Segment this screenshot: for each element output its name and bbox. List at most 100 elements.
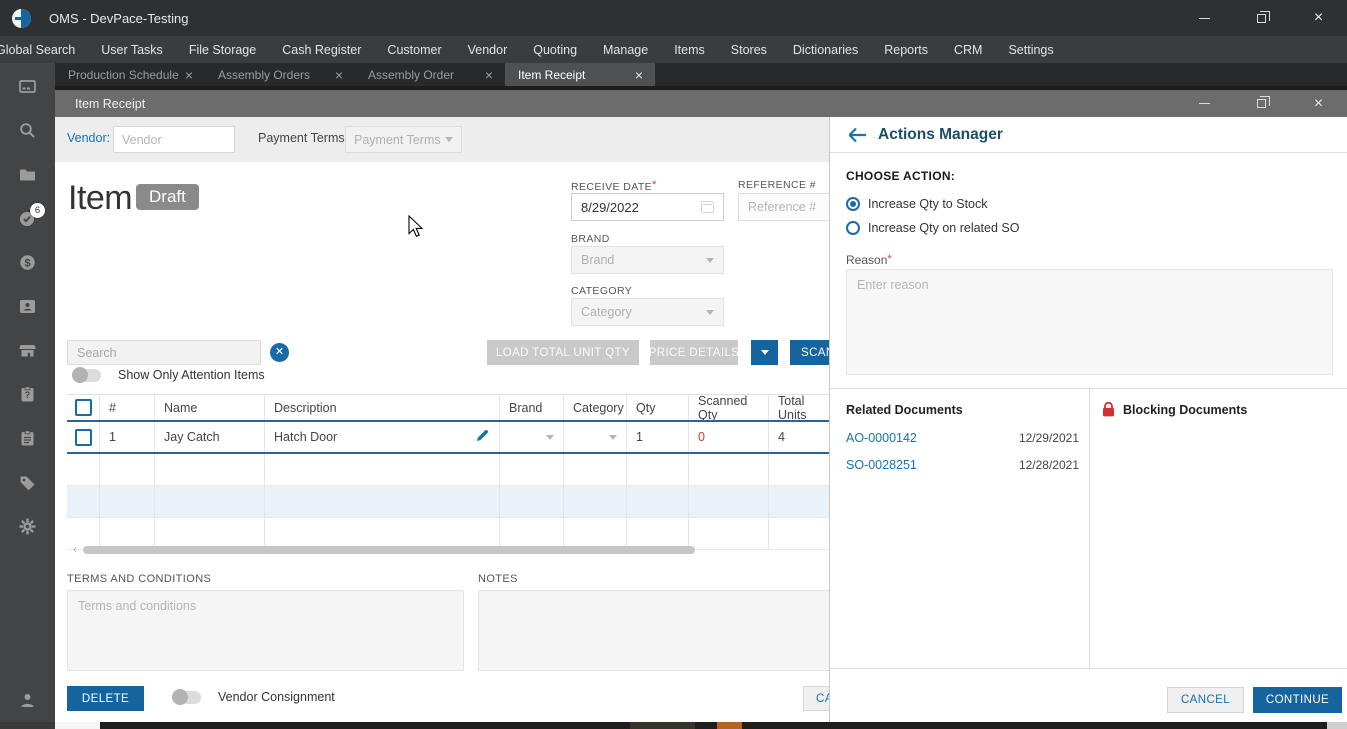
terms-textarea[interactable] bbox=[67, 590, 464, 671]
menu-reports[interactable]: Reports bbox=[871, 43, 941, 57]
clear-search-button[interactable]: ✕ bbox=[270, 343, 289, 362]
delete-button[interactable]: DELETE bbox=[67, 686, 144, 711]
notes-textarea[interactable] bbox=[478, 590, 829, 671]
folder-icon[interactable] bbox=[18, 165, 37, 184]
actions-cancel-button[interactable]: CANCEL bbox=[1167, 687, 1244, 713]
menu-stores[interactable]: Stores bbox=[718, 43, 780, 57]
load-total-unit-qty-button[interactable]: LOAD TOTAL UNIT QTY bbox=[487, 340, 639, 365]
inner-minimize-button[interactable] bbox=[1176, 90, 1233, 117]
tab-close-icon[interactable]: × bbox=[631, 68, 647, 82]
price-details-dropdown-button[interactable] bbox=[751, 340, 778, 365]
vendor-label: Vendor: bbox=[67, 131, 110, 145]
payment-terms-label: Payment Terms: bbox=[258, 131, 348, 145]
brand-select[interactable]: Brand bbox=[571, 246, 724, 274]
tab-item-receipt[interactable]: Item Receipt × bbox=[505, 63, 655, 86]
gear-icon[interactable] bbox=[18, 517, 37, 536]
app-logo-icon bbox=[12, 9, 31, 28]
tab-assembly-order[interactable]: Assembly Order × bbox=[355, 63, 505, 86]
menu-items[interactable]: Items bbox=[661, 43, 718, 57]
inner-close-button[interactable]: × bbox=[1290, 90, 1347, 117]
document-link[interactable]: AO-0000142 bbox=[846, 431, 917, 445]
dollar-icon[interactable]: $ bbox=[18, 253, 37, 272]
column-header-scanned-qty[interactable]: Scanned Qty bbox=[689, 395, 769, 420]
column-header-name[interactable]: Name bbox=[155, 395, 265, 420]
actions-continue-button[interactable]: CONTINUE bbox=[1253, 687, 1342, 713]
panel-title: Actions Manager bbox=[878, 126, 1003, 144]
column-header-qty[interactable]: Qty bbox=[627, 395, 689, 420]
menu-quoting[interactable]: Quoting bbox=[520, 43, 590, 57]
menu-file-storage[interactable]: File Storage bbox=[176, 43, 269, 57]
dashboard-icon[interactable] bbox=[18, 77, 37, 96]
radio-increase-qty-so[interactable]: Increase Qty on related SO bbox=[846, 221, 1019, 235]
menu-manage[interactable]: Manage bbox=[590, 43, 661, 57]
menu-vendor[interactable]: Vendor bbox=[455, 43, 521, 57]
menu-cash-register[interactable]: Cash Register bbox=[269, 43, 374, 57]
back-arrow-icon[interactable] bbox=[846, 126, 868, 144]
vendor-consignment-toggle[interactable] bbox=[172, 691, 201, 704]
divider bbox=[830, 668, 1347, 669]
select-all-checkbox[interactable] bbox=[75, 399, 92, 416]
column-header-num[interactable]: # bbox=[100, 395, 155, 420]
actions-manager-header: Actions Manager bbox=[830, 117, 1347, 153]
menu-settings[interactable]: Settings bbox=[995, 43, 1066, 57]
reason-textarea[interactable] bbox=[846, 269, 1333, 375]
restore-button[interactable] bbox=[1233, 0, 1290, 36]
store-icon[interactable] bbox=[18, 341, 37, 360]
scrollbar-thumb[interactable] bbox=[83, 546, 695, 554]
minimize-button[interactable] bbox=[1176, 0, 1233, 36]
empty-row bbox=[67, 486, 829, 518]
column-header-brand[interactable]: Brand bbox=[500, 395, 564, 420]
inner-restore-button[interactable] bbox=[1233, 90, 1290, 117]
tasks-check-icon[interactable]: 6 bbox=[18, 209, 37, 228]
row-brand-select[interactable] bbox=[500, 422, 564, 452]
show-attention-toggle[interactable] bbox=[72, 369, 101, 382]
edit-pencil-icon[interactable] bbox=[475, 428, 490, 446]
table-row[interactable]: 1 Jay Catch Hatch Door 1 0 4 bbox=[67, 422, 829, 454]
empty-row bbox=[67, 454, 829, 486]
menu-user-tasks[interactable]: User Tasks bbox=[88, 43, 176, 57]
tab-production-schedule[interactable]: Production Schedule × bbox=[55, 63, 205, 86]
document-link[interactable]: SO-0028251 bbox=[846, 458, 917, 472]
cancel-button[interactable]: CANCEL bbox=[803, 686, 829, 711]
tab-assembly-orders[interactable]: Assembly Orders × bbox=[205, 63, 355, 86]
close-icon: × bbox=[1314, 96, 1323, 112]
vendor-input[interactable] bbox=[113, 126, 235, 153]
tab-close-icon[interactable]: × bbox=[481, 68, 497, 82]
scroll-left-icon[interactable]: ‹ bbox=[67, 544, 83, 556]
column-header-category[interactable]: Category bbox=[564, 395, 627, 420]
price-details-button[interactable]: PRICE DETAILS bbox=[650, 340, 738, 365]
clipboard-list-icon[interactable] bbox=[18, 429, 37, 448]
blocking-documents-title: Blocking Documents bbox=[1123, 403, 1247, 417]
row-checkbox[interactable] bbox=[75, 429, 92, 446]
clipboard-question-icon[interactable]: ? bbox=[18, 385, 37, 404]
column-header-description[interactable]: Description bbox=[265, 395, 500, 420]
tab-close-icon[interactable]: × bbox=[331, 68, 347, 82]
column-header-total-units[interactable]: Total Units bbox=[769, 395, 829, 420]
search-input[interactable] bbox=[67, 340, 261, 365]
items-table: # Name Description Brand Category Qty Sc… bbox=[67, 394, 829, 550]
choose-action-label: CHOOSE ACTION: bbox=[846, 169, 955, 183]
user-icon[interactable] bbox=[18, 691, 37, 710]
reference-input[interactable] bbox=[738, 193, 829, 221]
receive-date-input[interactable]: 8/29/2022 bbox=[571, 193, 724, 221]
row-category-select[interactable] bbox=[564, 422, 627, 452]
search-icon[interactable] bbox=[18, 121, 37, 140]
category-select[interactable]: Category bbox=[571, 298, 724, 326]
menu-crm[interactable]: CRM bbox=[941, 43, 995, 57]
category-label: CATEGORY bbox=[571, 285, 632, 297]
app-titlebar: OMS - DevPace-Testing × bbox=[0, 0, 1347, 36]
scan-button[interactable]: SCAN bbox=[790, 340, 829, 365]
menu-customer[interactable]: Customer bbox=[374, 43, 454, 57]
page-title: Item bbox=[68, 179, 132, 218]
contact-icon[interactable] bbox=[18, 297, 37, 316]
radio-increase-qty-stock[interactable]: Increase Qty to Stock bbox=[846, 197, 988, 211]
menu-dictionaries[interactable]: Dictionaries bbox=[780, 43, 871, 57]
app-title: OMS - DevPace-Testing bbox=[49, 11, 188, 26]
tab-close-icon[interactable]: × bbox=[181, 68, 197, 82]
tag-icon[interactable] bbox=[18, 473, 37, 492]
menu-global-search[interactable]: Global Search bbox=[0, 43, 88, 57]
document-tabbar: Production Schedule × Assembly Orders × … bbox=[55, 63, 1347, 86]
payment-terms-select[interactable]: Payment Terms bbox=[345, 126, 462, 153]
close-button[interactable]: × bbox=[1290, 0, 1347, 36]
horizontal-scrollbar[interactable]: ‹ bbox=[67, 545, 829, 555]
